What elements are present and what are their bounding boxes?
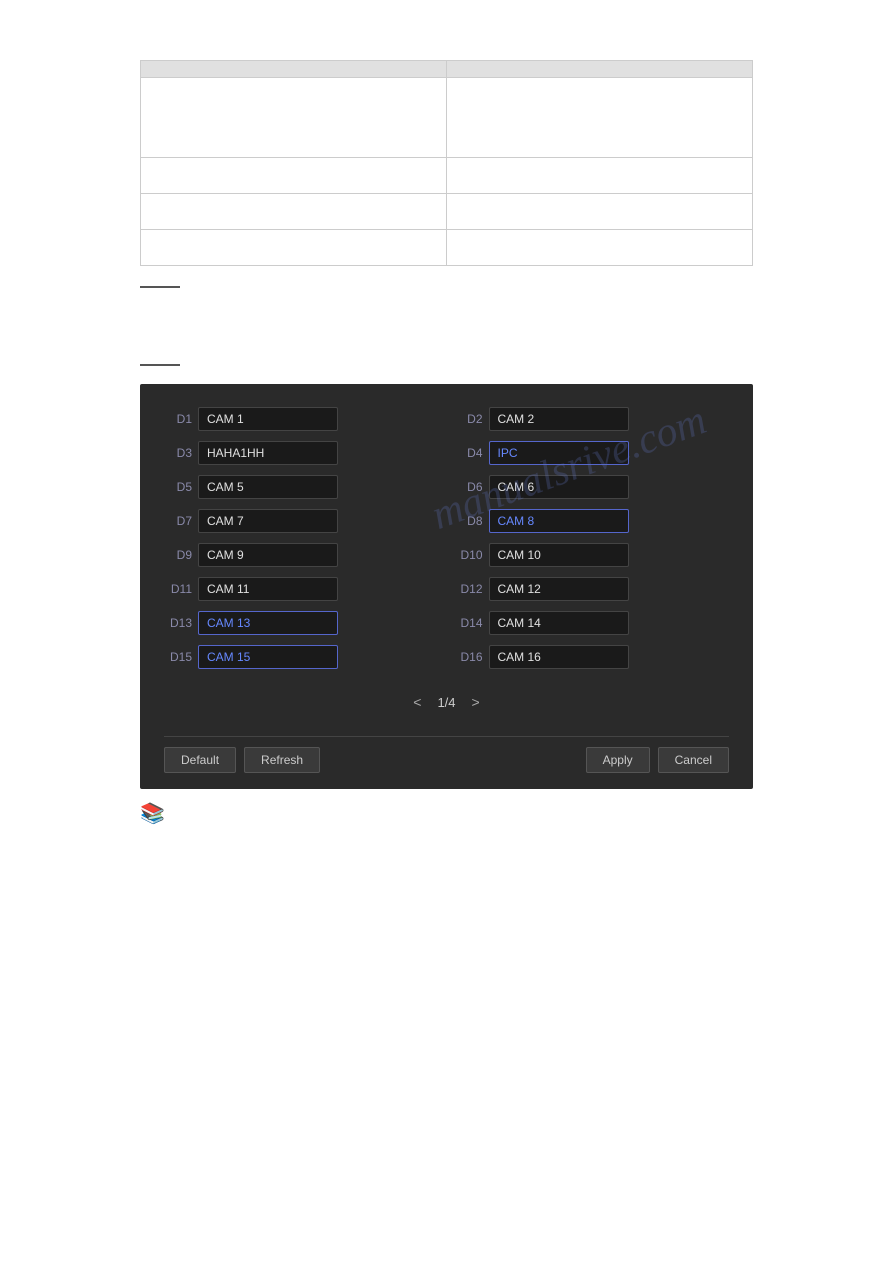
cam-input[interactable] xyxy=(198,611,338,635)
cam-row: D5 xyxy=(164,472,439,502)
table-cell-r3c1 xyxy=(141,194,447,230)
cam-row: D13 xyxy=(164,608,439,638)
config-table xyxy=(140,60,753,266)
cam-row: D16 xyxy=(455,642,730,672)
cam-row: D3 xyxy=(164,438,439,468)
cam-label: D10 xyxy=(455,548,483,562)
apply-button[interactable]: Apply xyxy=(586,747,650,773)
cam-label: D8 xyxy=(455,514,483,528)
cam-label: D4 xyxy=(455,446,483,460)
table-cell-r1c2 xyxy=(447,78,753,158)
table-header-col1 xyxy=(141,61,447,78)
table-cell-r2c2 xyxy=(447,158,753,194)
cam-row: D7 xyxy=(164,506,439,536)
table-header-col2 xyxy=(447,61,753,78)
cam-input[interactable] xyxy=(489,509,629,533)
cam-label: D2 xyxy=(455,412,483,426)
cam-input[interactable] xyxy=(489,577,629,601)
cam-label: D16 xyxy=(455,650,483,664)
bottom-buttons-bar: Default Refresh Apply Cancel xyxy=(164,736,729,773)
next-page-button[interactable]: > xyxy=(466,692,486,712)
cam-input[interactable] xyxy=(489,611,629,635)
cam-label: D14 xyxy=(455,616,483,630)
cam-label: D1 xyxy=(164,412,192,426)
pagination: < 1/4 > xyxy=(164,692,729,712)
cam-row: D4 xyxy=(455,438,730,468)
refresh-button[interactable]: Refresh xyxy=(244,747,320,773)
cam-input[interactable] xyxy=(489,407,629,431)
cancel-button[interactable]: Cancel xyxy=(658,747,729,773)
cam-row: D1 xyxy=(164,404,439,434)
cam-label: D6 xyxy=(455,480,483,494)
cam-label: D9 xyxy=(164,548,192,562)
cam-input[interactable] xyxy=(198,441,338,465)
page-indicator: 1/4 xyxy=(437,695,455,710)
cam-row: D10 xyxy=(455,540,730,570)
cam-input[interactable] xyxy=(198,577,338,601)
cam-row: D14 xyxy=(455,608,730,638)
cam-input[interactable] xyxy=(489,645,629,669)
table-cell-r1c1 xyxy=(141,78,447,158)
cam-input[interactable] xyxy=(198,407,338,431)
cam-input[interactable] xyxy=(489,475,629,499)
cam-label: D3 xyxy=(164,446,192,460)
cam-label: D7 xyxy=(164,514,192,528)
cam-input[interactable] xyxy=(198,543,338,567)
cam-label: D15 xyxy=(164,650,192,664)
table-cell-r2c1 xyxy=(141,158,447,194)
default-button[interactable]: Default xyxy=(164,747,236,773)
cam-row: D8 xyxy=(455,506,730,536)
right-button-group: Apply Cancel xyxy=(586,747,729,773)
prev-page-button[interactable]: < xyxy=(407,692,427,712)
cam-input[interactable] xyxy=(198,509,338,533)
underline-divider-1 xyxy=(140,286,180,288)
left-button-group: Default Refresh xyxy=(164,747,320,773)
cam-input[interactable] xyxy=(489,543,629,567)
book-icon: 📚 xyxy=(140,801,165,826)
cam-label: D12 xyxy=(455,582,483,596)
cam-input[interactable] xyxy=(198,475,338,499)
table-cell-r4c1 xyxy=(141,230,447,266)
cam-row: D2 xyxy=(455,404,730,434)
cam-row: D6 xyxy=(455,472,730,502)
book-icon-area: 📚 xyxy=(140,801,753,826)
camera-config-panel: manualsrive.com D1 D2 D3 D4 D5 D6 D7 xyxy=(140,384,753,789)
cam-label: D5 xyxy=(164,480,192,494)
table-cell-r4c2 xyxy=(447,230,753,266)
cam-input[interactable] xyxy=(489,441,629,465)
cam-input[interactable] xyxy=(198,645,338,669)
cam-row: D9 xyxy=(164,540,439,570)
table-cell-r3c2 xyxy=(447,194,753,230)
cam-label: D13 xyxy=(164,616,192,630)
cam-row: D11 xyxy=(164,574,439,604)
cam-row: D12 xyxy=(455,574,730,604)
underline-divider-2 xyxy=(140,364,180,366)
cam-label: D11 xyxy=(164,582,192,596)
cam-row: D15 xyxy=(164,642,439,672)
camera-grid: D1 D2 D3 D4 D5 D6 D7 D8 D9 xyxy=(164,404,729,672)
